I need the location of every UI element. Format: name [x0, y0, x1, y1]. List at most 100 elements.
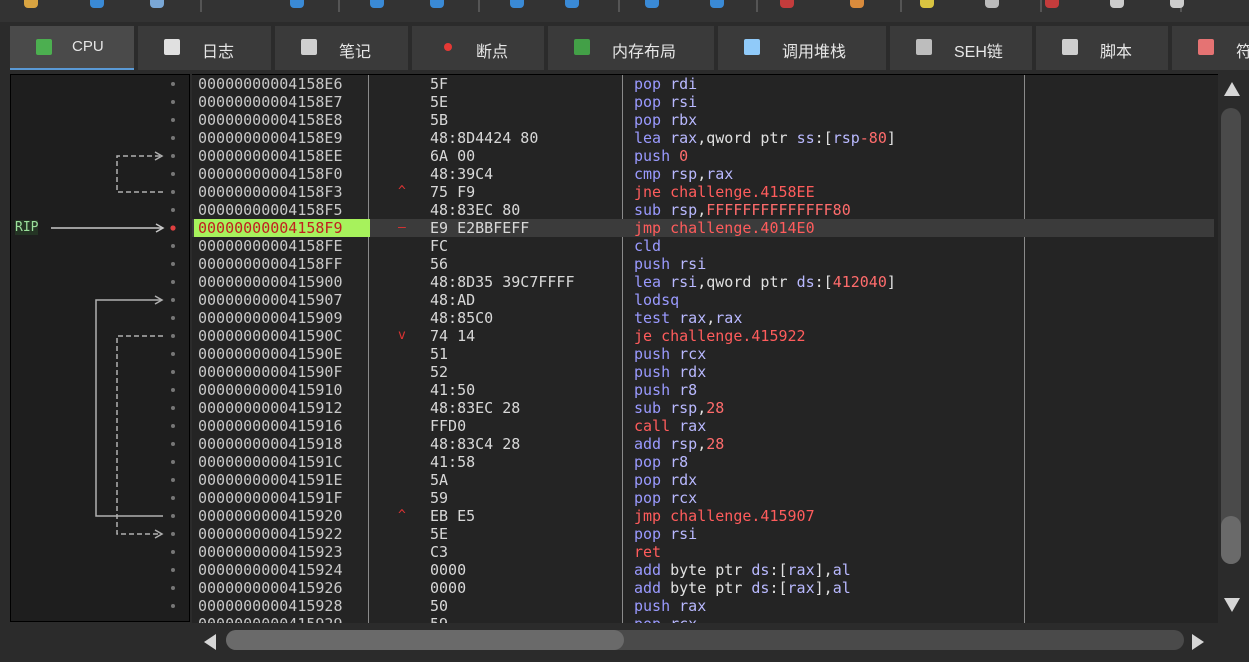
toolbar-button-icon[interactable] [850, 0, 864, 8]
instruction-row[interactable]: 0000000000415912 48:83EC 28 sub rsp,28 [192, 399, 1214, 417]
instruction-row[interactable]: 000000000041591F 59 pop rcx [192, 489, 1214, 507]
row-dot [171, 100, 175, 104]
bytes-cell: 48:8D35 39C7FFFF [430, 273, 575, 291]
address-cell: 0000000000415907 [198, 291, 343, 309]
row-dot [171, 370, 175, 374]
address-cell: 0000000000415918 [198, 435, 343, 453]
instruction-row[interactable]: 00000000004158E8 5B pop rbx [192, 111, 1214, 129]
instruction-row[interactable]: 000000000041590C v 74 14 je challenge.41592… [192, 327, 1214, 345]
address-cell: 000000000041590C [198, 327, 343, 345]
scroll-down-arrow-icon[interactable] [1224, 598, 1240, 612]
toolbar-button-icon[interactable] [90, 0, 104, 8]
instruction-row[interactable]: 000000000041591C 41:58 pop r8 [192, 453, 1214, 471]
instruction-row-current[interactable]: 00000000004158F9 — E9 E2BBFEFF jmp challeng… [192, 219, 1214, 237]
row-dot [171, 406, 175, 410]
vertical-scroll-track[interactable] [1221, 108, 1241, 564]
toolbar-button-icon[interactable] [510, 0, 524, 8]
instruction-row[interactable]: 00000000004158F3 ^ 75 F9 jne challenge.4158… [192, 183, 1214, 201]
toolbar-button-icon[interactable] [150, 0, 164, 8]
address-cell: 0000000000415910 [198, 381, 343, 399]
instruction-cell: push 0 [634, 147, 689, 165]
instruction-row[interactable]: 00000000004158E9 48:8D4424 80 lea rax,qwor… [192, 129, 1214, 147]
tab-symbols[interactable]: 符 [1172, 26, 1249, 70]
instruction-row[interactable]: 0000000000415923 C3 ret [192, 543, 1214, 561]
tab-notes[interactable]: 笔记 [275, 26, 408, 70]
bytes-cell: 56 [430, 255, 449, 273]
toolbar-button-icon[interactable] [370, 0, 384, 8]
instruction-row[interactable]: 00000000004158F0 48:39C4 cmp rsp,rax [192, 165, 1214, 183]
toolbar-button-icon[interactable] [1170, 0, 1184, 8]
instruction-row[interactable]: 0000000000415916 FFD0 call rax [192, 417, 1214, 435]
tab-breakpoint[interactable]: 断点 [412, 26, 544, 70]
instruction-row[interactable]: 0000000000415909 48:85C0 test rax,rax [192, 309, 1214, 327]
instruction-row[interactable]: 0000000000415922 5E pop rsi [192, 525, 1214, 543]
toolbar-button-icon[interactable] [920, 0, 934, 8]
row-dot [171, 118, 175, 122]
tab-script[interactable]: 脚本 [1036, 26, 1168, 70]
tab-log[interactable]: 日志 [138, 26, 271, 70]
bytes-cell: FFD0 [430, 417, 467, 435]
toolbar-button-icon[interactable] [24, 0, 38, 8]
instruction-row[interactable]: 0000000000415900 48:8D35 39C7FFFF lea rsi,… [192, 273, 1214, 291]
jmp-branch-line [95, 299, 163, 517]
instruction-row[interactable]: 0000000000415910 41:50 push r8 [192, 381, 1214, 399]
instruction-row[interactable]: 00000000004158E6 5F pop rdi [192, 75, 1214, 93]
toolbar-separator [200, 0, 202, 12]
tab-cpu[interactable]: CPU [10, 26, 134, 70]
instruction-row[interactable]: 000000000041590E 51 push rcx [192, 345, 1214, 363]
tab-memory-map[interactable]: 内存布局 [548, 26, 714, 70]
cpu-icon [36, 39, 52, 55]
instruction-row[interactable]: 0000000000415907 48:AD lodsq [192, 291, 1214, 309]
instruction-row[interactable]: 00000000004158E7 5E pop rsi [192, 93, 1214, 111]
tab-seh-chain[interactable]: SEH链 [890, 26, 1032, 70]
bytes-cell: 41:50 [430, 381, 476, 399]
log-icon [164, 39, 180, 55]
instruction-row[interactable]: 000000000041591E 5A pop rdx [192, 471, 1214, 489]
horizontal-scroll-thumb[interactable] [226, 630, 624, 650]
bytes-cell: 74 14 [430, 327, 476, 345]
toolbar-button-icon[interactable] [780, 0, 794, 8]
instruction-row[interactable]: 00000000004158F5 48:83EC 80 sub rsp,FFFFFF… [192, 201, 1214, 219]
instruction-cell: add rsp,28 [634, 435, 725, 453]
toolbar-button-icon[interactable] [290, 0, 304, 8]
instruction-row[interactable]: 0000000000415918 48:83C4 28 add rsp,28 [192, 435, 1214, 453]
vertical-scroll-thumb[interactable] [1221, 516, 1241, 564]
row-dot [171, 478, 175, 482]
bytes-cell: C3 [430, 543, 449, 561]
instruction-row[interactable]: 00000000004158FE FC cld [192, 237, 1214, 255]
bytes-cell: 51 [430, 345, 449, 363]
bytes-cell: 5B [430, 111, 449, 129]
disassembly-view[interactable]: 00000000004158E6 5F pop rdi 00000000004158E… [192, 74, 1218, 623]
instruction-row[interactable]: 0000000000415926 0000 add byte ptr ds:[rax… [192, 579, 1214, 597]
instruction-row[interactable]: 0000000000415928 50 push rax [192, 597, 1214, 615]
toolbar-button-icon[interactable] [1110, 0, 1124, 8]
instruction-row[interactable]: 00000000004158FF 56 push rsi [192, 255, 1214, 273]
scroll-up-arrow-icon[interactable] [1224, 82, 1240, 96]
bytes-cell: 48:39C4 [430, 165, 494, 183]
instruction-row[interactable]: 000000000041590F 52 push rdx [192, 363, 1214, 381]
tab-label: 内存布局 [612, 44, 677, 61]
tab-label: 笔记 [339, 44, 372, 61]
main-toolbar [0, 0, 1249, 22]
toolbar-button-icon[interactable] [985, 0, 999, 8]
toolbar-button-icon[interactable] [565, 0, 579, 8]
rip-label: RIP [15, 220, 39, 235]
instruction-row[interactable]: 00000000004158EE 6A 00 push 0 [192, 147, 1214, 165]
bytes-cell: 5F [430, 75, 449, 93]
toolbar-button-icon[interactable] [645, 0, 659, 8]
address-cell: 000000000041590E [198, 345, 343, 363]
call-stack-icon [744, 39, 760, 55]
toolbar-button-icon[interactable] [710, 0, 724, 8]
address-cell: 0000000000415920 [198, 507, 343, 525]
bytes-cell: 5A [430, 471, 449, 489]
scroll-right-arrow-icon[interactable] [1192, 634, 1204, 650]
instruction-row[interactable]: 0000000000415924 0000 add byte ptr ds:[rax… [192, 561, 1214, 579]
toolbar-separator [900, 0, 902, 12]
toolbar-button-icon[interactable] [1045, 0, 1059, 8]
instruction-row[interactable]: 0000000000415929 59 pop rcx [192, 615, 1214, 623]
instruction-row[interactable]: 0000000000415920 ^ EB E5 jmp challenge.4159… [192, 507, 1214, 525]
tab-call-stack[interactable]: 调用堆栈 [718, 26, 886, 70]
rip-dot [170, 225, 176, 231]
scroll-left-arrow-icon[interactable] [204, 634, 216, 650]
toolbar-button-icon[interactable] [430, 0, 444, 8]
